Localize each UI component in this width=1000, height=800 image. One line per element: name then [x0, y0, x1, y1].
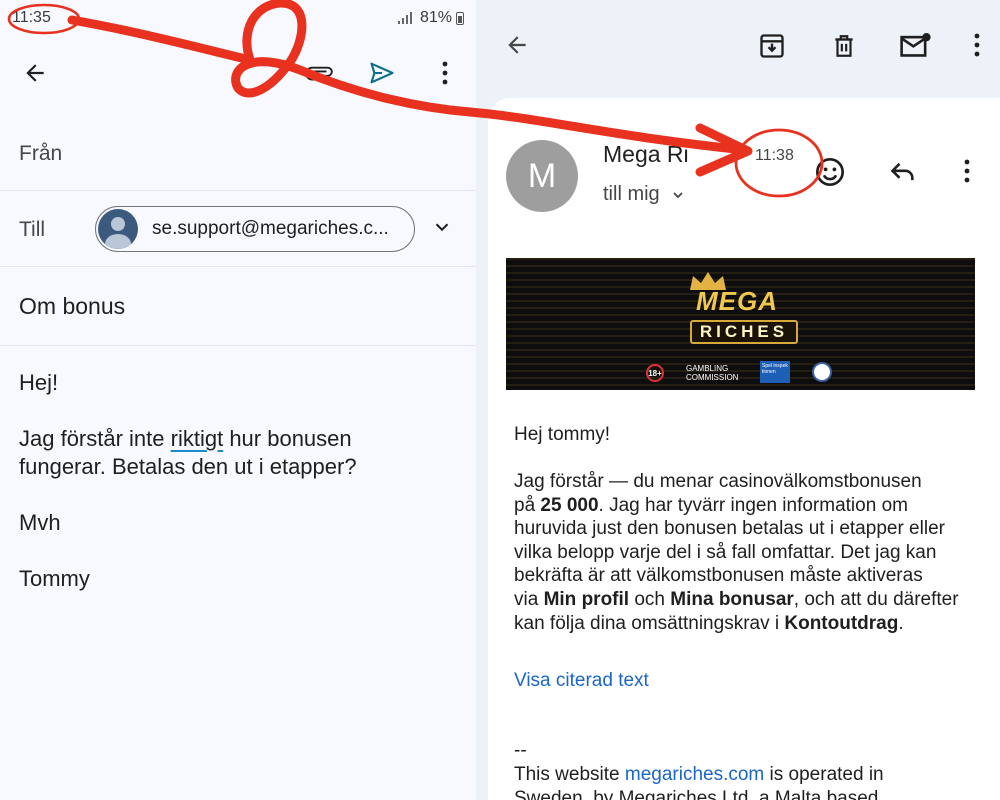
bold-term: Mina bonusar: [670, 588, 794, 610]
body-text: This website: [514, 764, 625, 785]
body-text: .: [898, 612, 904, 634]
show-quoted-text-link[interactable]: Visa citerad text: [514, 670, 649, 692]
body-text: Jag förstår — du menar casinovälkomstbon…: [514, 471, 922, 492]
body-text: via: [514, 588, 544, 610]
gc-text: COMMISSION: [686, 373, 739, 382]
body-text: hur bonusen: [223, 426, 352, 451]
send-icon[interactable]: [366, 58, 398, 88]
body-text: huruvida just den bonusen betalas ut i e…: [514, 518, 945, 540]
spelinspektionen-logo: Spel inspek tionen: [760, 361, 790, 383]
sender-avatar[interactable]: M: [506, 140, 578, 212]
body-text: fungerar. Betalas den ut i etapper?: [19, 454, 357, 479]
bold-term: Min profil: [543, 588, 630, 610]
bonus-amount: 25 000: [540, 494, 599, 516]
recipient-label: till mig: [603, 183, 660, 205]
more-options-icon[interactable]: [430, 58, 460, 88]
footer-text: This website megariches.com is operated …: [514, 763, 884, 800]
gambling-commission-logo: GAMBLING COMMISSION: [686, 364, 738, 382]
sender-name[interactable]: Mega Ri: [603, 141, 689, 168]
chevron-down-icon[interactable]: [430, 215, 454, 239]
body-text: , och att du därefter: [793, 588, 959, 610]
megariches-logo: MEGA RICHES: [686, 270, 808, 350]
email-banner: MEGA RICHES 18+ GAMBLING COMMISSION Spel…: [506, 258, 975, 390]
body-greeting[interactable]: Hej!: [19, 369, 58, 397]
from-label: Från: [19, 142, 63, 165]
back-arrow-icon[interactable]: [20, 58, 50, 88]
paperclip-icon[interactable]: [303, 58, 335, 88]
signature-dashes: --: [514, 740, 527, 761]
body-paragraph[interactable]: Jag förstår inte riktigt hur bonusen fun…: [19, 425, 357, 481]
compose-screen: 11:35 81% Från Till se.support@megariche…: [0, 0, 476, 800]
battery-icon: [456, 11, 464, 25]
body-text: Jag förstår inte: [19, 426, 171, 451]
body-text: Sweden, by Megariches Ltd, a Malta based: [514, 787, 879, 800]
to-label: Till: [19, 218, 46, 241]
body-text: bekräfta är att välkomstbonusen måste ak…: [514, 565, 923, 587]
reply-icon[interactable]: [885, 154, 921, 190]
body-text: och: [629, 588, 671, 610]
subject-text[interactable]: Om bonus: [19, 293, 125, 320]
more-options-icon[interactable]: [952, 156, 982, 186]
signal-icon: [397, 12, 412, 24]
back-arrow-icon[interactable]: [502, 30, 532, 60]
seal-icon: [812, 362, 832, 382]
gc-text: GAMBLING: [686, 364, 729, 373]
recipient-chip[interactable]: se.support@megariches.c...: [95, 206, 415, 252]
message-time: 11:38: [755, 147, 794, 164]
reply-paragraph: Jag förstår — du menar casinovälkomstbon…: [514, 470, 959, 635]
body-text: kan följa dina omsättningskrav i: [514, 612, 785, 634]
recipient-details[interactable]: till mig: [603, 183, 686, 206]
body-text: på: [514, 494, 541, 516]
archive-icon[interactable]: [756, 30, 788, 62]
recipient-email: se.support@megariches.c...: [152, 218, 389, 239]
mark-unread-icon[interactable]: [898, 28, 934, 62]
trash-icon[interactable]: [828, 30, 860, 62]
body-signature[interactable]: Tommy: [19, 565, 90, 593]
chevron-down-icon: [673, 191, 683, 198]
contact-avatar-icon: [98, 209, 138, 249]
smiley-icon[interactable]: [812, 154, 848, 190]
battery-percent: 81%: [419, 9, 452, 26]
more-options-icon[interactable]: [962, 30, 992, 60]
website-link[interactable]: megariches.com: [625, 764, 764, 785]
age-limit-badge: 18+: [646, 364, 664, 382]
logo-text-top: MEGA: [696, 286, 778, 316]
from-row[interactable]: Från: [0, 118, 476, 191]
body-text: . Jag har tyvärr ingen information om: [598, 494, 908, 516]
logo-text-bottom: RICHES: [690, 320, 798, 344]
body-text: is operated in: [764, 764, 884, 785]
bold-term: Kontoutdrag: [784, 612, 899, 634]
reply-greeting: Hej tommy!: [514, 424, 611, 445]
status-bar-right: 81%: [397, 9, 464, 27]
spellcheck-word[interactable]: riktigt: [171, 426, 224, 451]
body-text: vilka belopp varje del i så fall omfatta…: [514, 541, 937, 563]
body-signoff[interactable]: Mvh: [19, 509, 61, 537]
status-time: 11:35: [12, 9, 51, 26]
